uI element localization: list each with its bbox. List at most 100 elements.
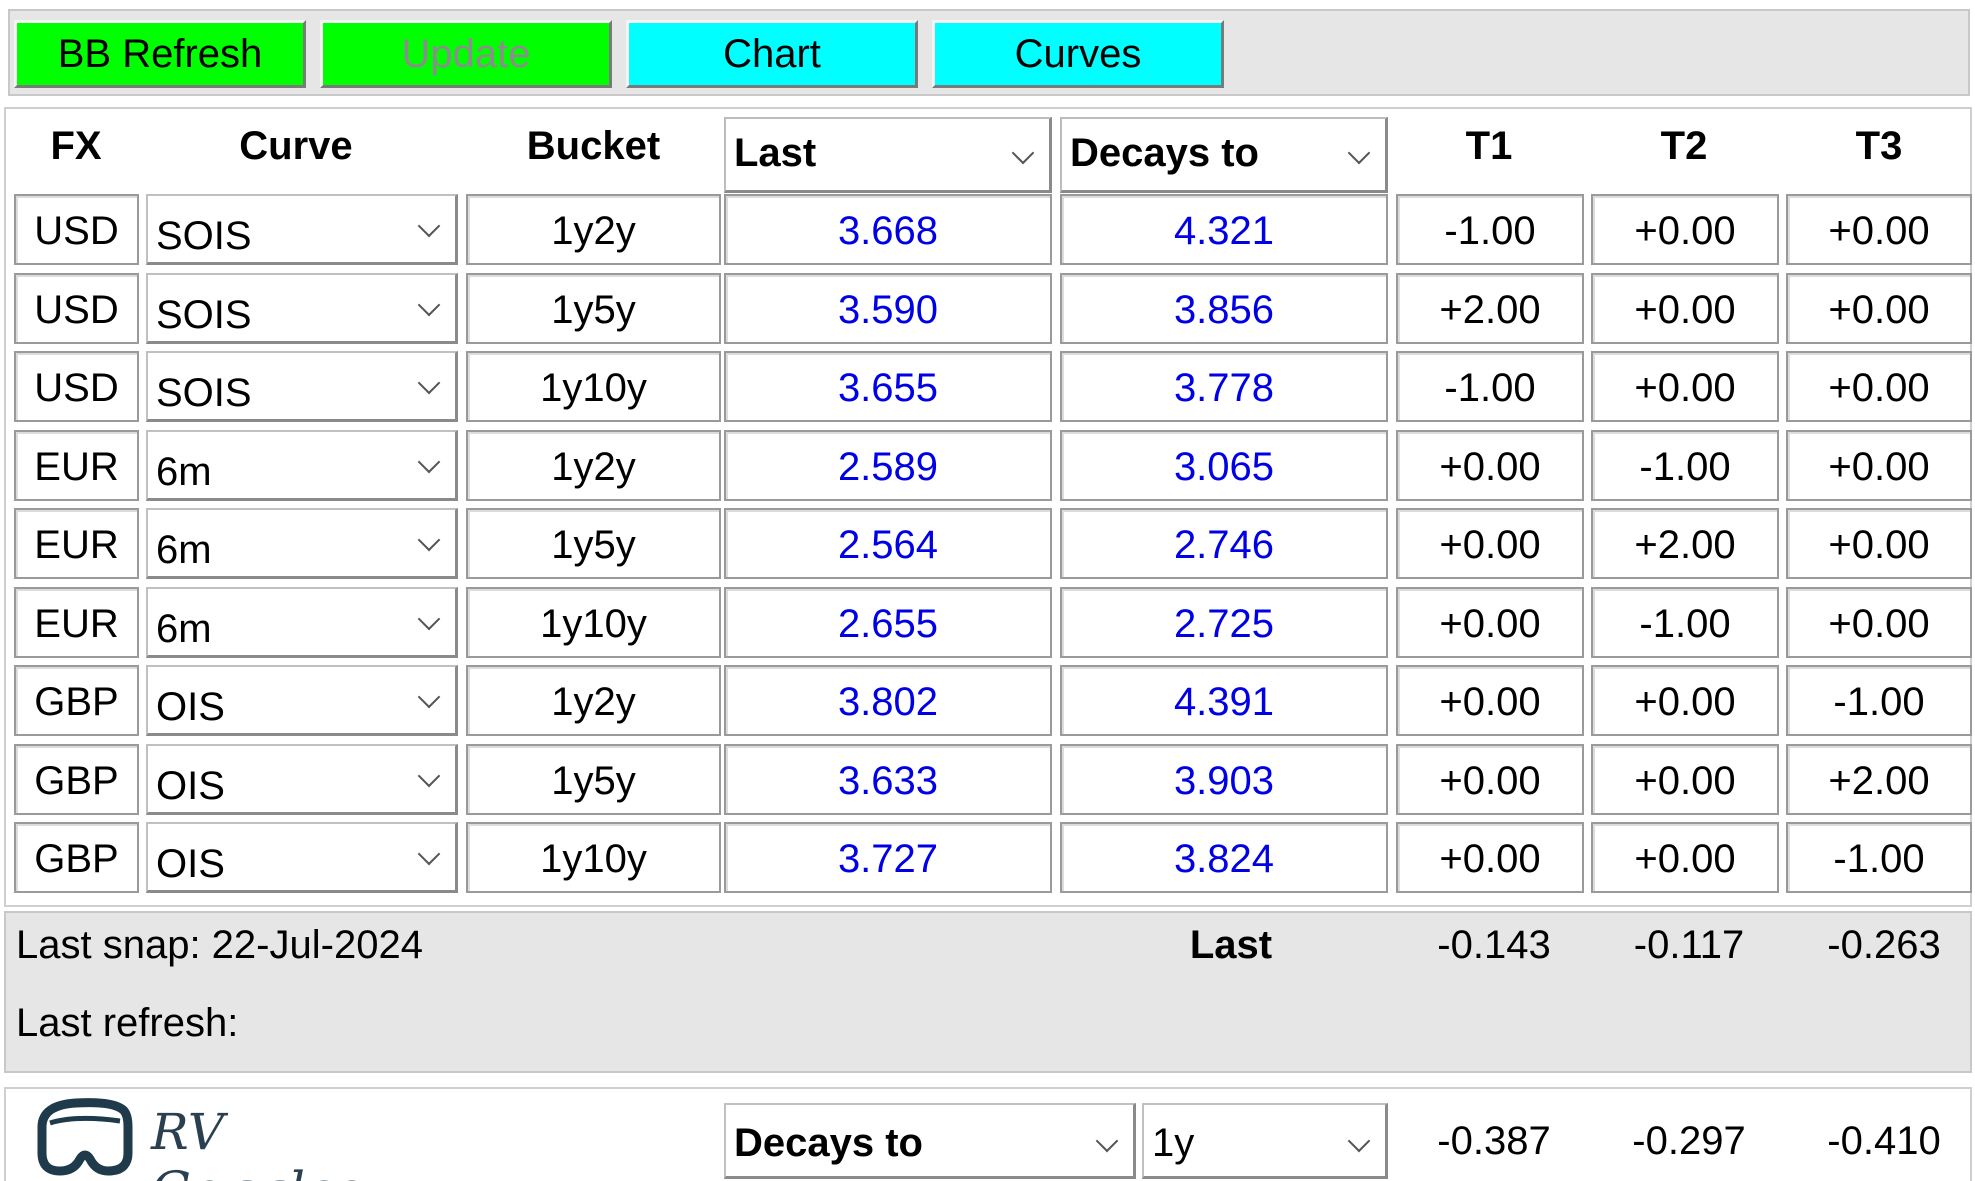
t3-input-value: +0.00: [1828, 366, 1930, 410]
decays-cell-value: 4.391: [1173, 680, 1275, 724]
bottom-t1: -0.387: [1437, 1119, 1551, 1163]
curve-select[interactable]: SOIS: [146, 272, 458, 344]
decays-cell: 3.778: [1060, 351, 1388, 422]
horizon-select[interactable]: 1y: [1142, 1103, 1388, 1179]
t1-input[interactable]: +0.00: [1396, 586, 1584, 658]
t2-input-value: +0.00: [1634, 287, 1736, 332]
t2-input[interactable]: -1.00: [1591, 586, 1779, 658]
t3-input[interactable]: -1.00: [1786, 665, 1972, 736]
t2-input[interactable]: -1.00: [1591, 429, 1779, 501]
curve-select[interactable]: 6m: [146, 508, 458, 579]
curve-select-value: OIS: [156, 763, 225, 808]
decays-cell: 3.903: [1060, 743, 1388, 815]
bottom-bar: RV Goggles Decays to 1y -0.387 -0.297 -0…: [4, 1087, 1972, 1181]
t1-input-value: +0.00: [1439, 523, 1541, 567]
t2-input[interactable]: +0.00: [1591, 743, 1779, 815]
t1-input-value: +0.00: [1439, 680, 1541, 724]
update-button[interactable]: Update: [320, 20, 612, 88]
curve-select-value: SOIS: [156, 214, 252, 258]
summary-t2: -0.117: [1633, 923, 1745, 967]
curve-select[interactable]: OIS: [146, 743, 458, 815]
fx-cell-value: EUR: [34, 601, 119, 646]
decays-cell: 3.065: [1060, 429, 1388, 501]
t2-input[interactable]: +0.00: [1591, 194, 1779, 265]
bucket-cell-value: 1y2y: [551, 444, 636, 489]
decays-to-column-select[interactable]: Decays to: [1060, 117, 1388, 193]
curve-select[interactable]: 6m: [146, 429, 458, 501]
last-cell-value: 3.802: [837, 680, 939, 724]
curve-select-value: 6m: [156, 449, 212, 494]
bucket-cell: 1y5y: [466, 272, 721, 344]
t1-input[interactable]: +0.00: [1396, 508, 1584, 579]
fx-cell-value: GBP: [34, 680, 119, 724]
t3-input[interactable]: +0.00: [1786, 351, 1972, 422]
mode-select[interactable]: Decays to: [724, 1103, 1136, 1179]
last-cell: 2.564: [724, 508, 1052, 579]
header-t1: T1: [1465, 124, 1513, 168]
t1-input-value: -1.00: [1444, 209, 1536, 253]
header-t2: T2: [1660, 124, 1708, 168]
last-cell: 3.668: [724, 194, 1052, 265]
t3-input-value: -1.00: [1833, 837, 1925, 881]
summary-label: Last: [1189, 923, 1273, 967]
last-cell: 3.590: [724, 272, 1052, 344]
last-cell: 3.802: [724, 665, 1052, 736]
t3-input[interactable]: +2.00: [1786, 743, 1972, 815]
decays-cell-value: 3.903: [1173, 758, 1275, 803]
t1-input[interactable]: -1.00: [1396, 351, 1584, 422]
t3-input-value: +0.00: [1828, 601, 1930, 646]
fx-cell: GBP: [14, 743, 139, 815]
t1-input-value: +0.00: [1439, 444, 1541, 489]
bucket-cell: 1y10y: [466, 586, 721, 658]
header-t3: T3: [1855, 124, 1903, 168]
t1-input[interactable]: -1.00: [1396, 194, 1584, 265]
curve-select[interactable]: SOIS: [146, 194, 458, 265]
t3-input[interactable]: +0.00: [1786, 194, 1972, 265]
curve-select[interactable]: OIS: [146, 665, 458, 736]
t3-input-value: +0.00: [1828, 209, 1930, 253]
t2-input[interactable]: +0.00: [1591, 665, 1779, 736]
t2-input-value: -1.00: [1639, 444, 1731, 489]
curve-select[interactable]: OIS: [146, 822, 458, 893]
rv-goggles-logo: RV Goggles: [36, 1097, 436, 1181]
t2-input[interactable]: +0.00: [1591, 822, 1779, 893]
t2-input[interactable]: +0.00: [1591, 272, 1779, 344]
t2-input[interactable]: +0.00: [1591, 351, 1779, 422]
t3-input[interactable]: +0.00: [1786, 508, 1972, 579]
t1-input-value: +0.00: [1439, 601, 1541, 646]
logo-text: RV Goggles: [151, 1103, 362, 1181]
curve-select[interactable]: SOIS: [146, 351, 458, 422]
last-cell: 3.727: [724, 822, 1052, 893]
t3-input-value: -1.00: [1833, 680, 1925, 724]
fx-cell-value: EUR: [34, 444, 119, 489]
t3-input[interactable]: +0.00: [1786, 429, 1972, 501]
t1-input[interactable]: +0.00: [1396, 665, 1584, 736]
fx-cell-value: GBP: [34, 837, 119, 881]
curves-button[interactable]: Curves: [932, 20, 1224, 88]
decays-cell-value: 2.746: [1173, 523, 1275, 567]
bucket-cell-value: 1y5y: [551, 523, 636, 567]
last-cell: 2.655: [724, 586, 1052, 658]
t3-input[interactable]: +0.00: [1786, 586, 1972, 658]
curve-select[interactable]: 6m: [146, 586, 458, 658]
last-column-select[interactable]: Last: [724, 117, 1052, 193]
t3-input-value: +0.00: [1828, 287, 1930, 332]
t3-input-value: +2.00: [1828, 758, 1930, 803]
bucket-cell: 1y2y: [466, 429, 721, 501]
t1-input[interactable]: +0.00: [1396, 429, 1584, 501]
chevron-down-icon: [1347, 141, 1371, 165]
bb-refresh-button[interactable]: BB Refresh: [14, 20, 306, 88]
t3-input[interactable]: +0.00: [1786, 272, 1972, 344]
fx-cell-value: GBP: [34, 758, 119, 803]
horizon-select-value: 1y: [1152, 1121, 1195, 1165]
t3-input[interactable]: -1.00: [1786, 822, 1972, 893]
header-curve: Curve: [239, 124, 353, 168]
t2-input[interactable]: +2.00: [1591, 508, 1779, 579]
t2-input-value: +0.00: [1634, 837, 1736, 881]
last-cell-value: 3.633: [837, 758, 939, 803]
curve-select-value: 6m: [156, 606, 212, 651]
chart-button[interactable]: Chart: [626, 20, 918, 88]
t1-input[interactable]: +2.00: [1396, 272, 1584, 344]
t1-input[interactable]: +0.00: [1396, 822, 1584, 893]
t1-input[interactable]: +0.00: [1396, 743, 1584, 815]
